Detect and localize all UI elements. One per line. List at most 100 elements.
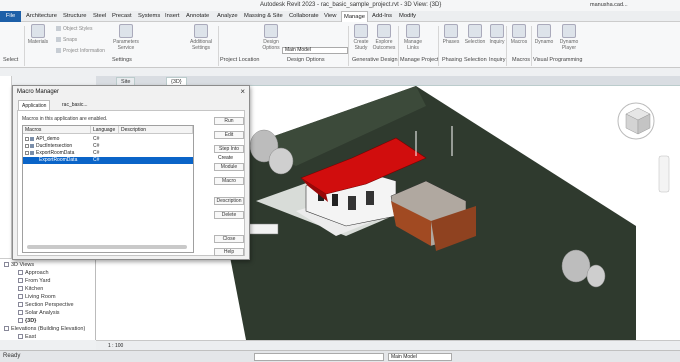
materials-button[interactable]: Materials [26,24,50,45]
view-icon [18,286,23,292]
tab-view[interactable]: View [322,13,338,19]
manage-links-icon [406,24,420,38]
tree-item[interactable]: Elevations (Building Elevation) [4,326,85,332]
tree-item[interactable]: Section Perspective [18,302,74,308]
tab-file[interactable]: File [0,11,21,22]
selection-button[interactable]: Selection [464,24,486,45]
tree-item[interactable]: Solar Analysis [18,310,60,316]
tab-precast[interactable]: Precast [110,13,134,19]
edit-button[interactable]: Edit [214,131,244,139]
parameters-service-button[interactable]: Parameters Service [112,24,140,51]
description-button[interactable]: Description [214,197,244,205]
tab-analyze[interactable]: Analyze [215,13,240,19]
tab-systems[interactable]: Systems [136,13,162,19]
tab-collaborate[interactable]: Collaborate [287,13,321,19]
ribbon-tabs: File Architecture Structure Steel Precas… [0,11,680,23]
delete-button[interactable]: Delete [214,211,244,219]
view-icon [18,318,23,324]
tree-item[interactable]: {3D} [18,318,36,324]
status-text: Ready [3,353,21,359]
object-styles-button[interactable]: Object Styles [56,26,92,32]
collapse-icon[interactable] [25,150,29,155]
window [348,196,356,210]
tree [561,249,591,283]
tab-structure[interactable]: Structure [61,13,89,19]
tree-item[interactable]: East [18,334,36,340]
tab-application[interactable]: Application [18,100,51,110]
model-select[interactable]: Main Model [388,353,452,361]
dynamo-player-icon [562,24,576,38]
tab-project[interactable]: rac_basic... [59,100,91,110]
create-study-button[interactable]: Create Study [350,24,372,51]
tab-massing-site[interactable]: Massing & Site [242,13,285,19]
project-information-button[interactable]: Project Information [56,48,105,54]
macros-enabled-message: Macros in this application are enabled. [22,116,108,122]
additional-settings-button[interactable]: Additional Settings [186,24,216,51]
parameters-icon [119,24,133,38]
macros-button[interactable]: Macros [508,24,530,45]
window-title: Autodesk Revit 2023 - rac_basic_sample_p… [260,2,442,8]
navigation-bar[interactable] [658,155,670,193]
tab-architecture[interactable]: Architecture [24,13,59,19]
design-options-button[interactable]: Design Options [260,24,282,51]
panel-label-macros: Macros [512,57,531,63]
table-row-selected[interactable]: ExportRoomData C# [23,157,193,164]
tab-steel[interactable]: Steel [91,13,108,19]
expand-icon[interactable] [25,136,29,141]
column-header-macros[interactable]: Macros [23,126,91,134]
table-row[interactable]: API_demo C# [23,136,193,143]
view-scale[interactable]: 1 : 100 [108,343,123,349]
help-button[interactable]: Help [214,248,244,256]
tree-item[interactable]: Approach [18,270,49,276]
expand-icon[interactable] [25,143,29,148]
tab-add-ins[interactable]: Add-Ins [370,13,394,19]
panel-divider [438,26,439,66]
tree [268,147,294,175]
manage-links-button[interactable]: Manage Links [402,24,424,51]
select-dropdown[interactable]: Select [3,57,18,63]
close-button[interactable]: Close [214,235,244,243]
dynamo-player-button[interactable]: Dynamo Player [556,24,582,51]
phases-icon [444,24,458,38]
workset-select[interactable] [254,353,384,361]
create-module-button[interactable]: Module [214,163,244,171]
panel-divider [531,26,532,66]
macros-icon [512,24,526,38]
main-model-select[interactable]: Main Model [282,47,348,54]
tree-item[interactable]: Living Room [18,294,56,300]
expand-icon [4,262,9,268]
status-bar: Ready Main Model [0,350,680,362]
table-row[interactable]: DuctIntersection C# [23,143,193,150]
selection-icon [468,24,482,38]
inquiry-button[interactable]: Inquiry [488,24,506,45]
view-cube[interactable] [617,102,655,140]
inquiry-icon [490,24,504,38]
macro-tree-table: Macros Language Description API_demo C# … [22,125,194,253]
title-bar: Autodesk Revit 2023 - rac_basic_sample_p… [0,0,680,11]
window [366,191,374,205]
module-icon [30,143,34,148]
snaps-button[interactable]: Snaps [56,37,77,43]
tab-insert[interactable]: Insert [163,13,182,19]
run-button[interactable]: Run [214,117,244,125]
dynamo-button[interactable]: Dynamo [532,24,556,45]
step-into-button[interactable]: Step Into [214,145,244,153]
horizontal-scrollbar[interactable] [27,245,187,249]
dialog-title: Macro Manager [17,89,60,95]
user-account[interactable]: manusha.cad... [590,2,628,8]
table-row[interactable]: ExportRoomData C# [23,150,193,157]
macro-manager-dialog: Macro Manager × Application rac_basic...… [12,85,250,260]
create-macro-button[interactable]: Macro [214,177,244,185]
tab-modify[interactable]: Modify [397,13,418,19]
column-header-language[interactable]: Language [91,126,119,134]
explore-outcomes-button[interactable]: Explore Outcomes [372,24,396,51]
tab-annotate[interactable]: Annotate [184,13,211,19]
close-icon[interactable]: × [240,87,245,96]
tree-item[interactable]: From Yard [18,278,50,284]
phases-button[interactable]: Phases [440,24,462,45]
create-label: Create [218,155,234,161]
column-header-description[interactable]: Description [119,126,193,134]
view-icon [18,310,23,316]
tree-item[interactable]: 3D Views [4,262,34,268]
tree-item[interactable]: Kitchen [18,286,43,292]
